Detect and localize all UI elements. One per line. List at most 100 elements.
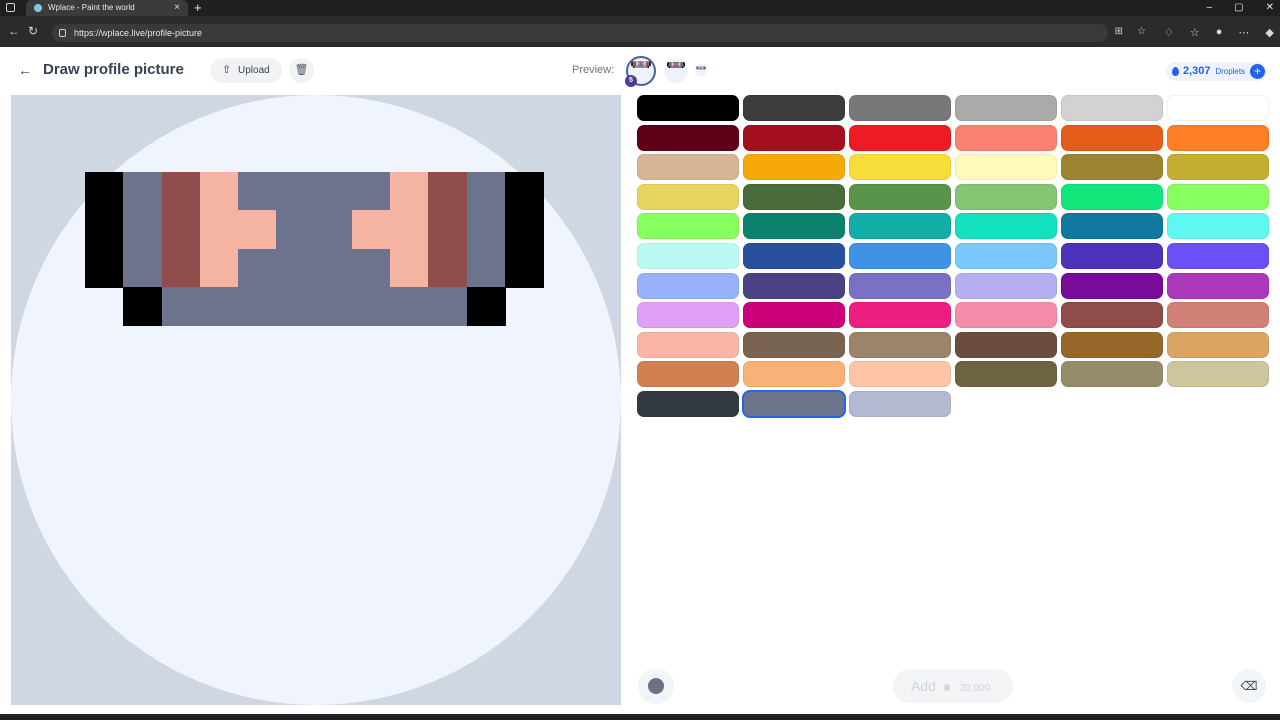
restore-button[interactable]: ▢ [1234,0,1243,16]
color-swatch[interactable] [849,95,951,121]
color-swatch[interactable] [849,154,951,181]
tab-actions-icon[interactable] [6,3,15,12]
canvas-pixel[interactable] [123,286,163,326]
canvas-pixel[interactable] [314,248,353,288]
color-swatch[interactable] [743,183,845,210]
current-color-indicator[interactable] [638,668,674,704]
canvas-pixel[interactable] [390,286,430,326]
canvas-pixel[interactable] [275,210,315,250]
favorite-star-icon[interactable]: ☆ [1137,26,1146,37]
add-button[interactable]: Add 20,000 [893,669,1013,703]
color-swatch[interactable] [1167,361,1269,388]
color-swatch[interactable] [849,302,951,329]
canvas-pixel[interactable] [428,286,468,326]
tab-close-icon[interactable]: × [174,0,180,16]
app-install-icon[interactable]: ⊞ [1115,26,1123,37]
back-arrow-icon[interactable]: ← [16,61,34,79]
color-swatch[interactable] [637,390,739,417]
canvas-pixel[interactable] [390,210,430,250]
color-swatch[interactable] [743,154,845,181]
color-swatch[interactable] [1061,331,1163,358]
canvas-pixel[interactable] [314,172,353,212]
color-swatch[interactable] [955,213,1057,240]
color-swatch[interactable] [955,95,1057,121]
canvas-pixel[interactable] [85,172,125,212]
color-swatch[interactable] [743,242,845,269]
copilot-icon[interactable]: ◆ [1265,26,1273,39]
address-bar[interactable]: https://wplace.live/profile-picture [52,24,1108,42]
color-swatch[interactable] [1061,302,1163,329]
canvas-pixel[interactable] [199,172,239,212]
color-swatch[interactable] [1167,124,1269,151]
color-swatch[interactable] [849,331,951,358]
color-swatch[interactable] [1061,272,1163,299]
color-swatch[interactable] [1167,272,1269,299]
canvas-pixel[interactable] [123,248,163,288]
canvas-pixel[interactable] [352,210,392,250]
canvas-pixel[interactable] [466,286,506,326]
canvas-pixel[interactable] [161,172,201,212]
canvas-pixel[interactable] [199,286,239,326]
color-swatch[interactable] [955,272,1057,299]
color-swatch[interactable] [1167,242,1269,269]
browser-back-icon[interactable]: ← [8,24,20,38]
color-swatch[interactable] [637,242,739,269]
canvas-pixel[interactable] [390,172,430,212]
color-swatch[interactable] [742,389,846,418]
upload-button[interactable]: ⇧ Upload [210,58,282,83]
canvas-pixel[interactable] [161,248,201,288]
color-swatch[interactable] [637,124,739,151]
color-swatch[interactable] [637,302,739,329]
color-swatch[interactable] [637,213,739,240]
color-swatch[interactable] [1061,361,1163,388]
color-swatch[interactable] [743,124,845,151]
browser-tab[interactable]: Wplace - Paint the world × [26,0,188,16]
color-swatch[interactable] [1167,95,1269,121]
color-swatch[interactable] [637,183,739,210]
color-swatch[interactable] [955,361,1057,388]
canvas-pixel[interactable] [237,172,277,212]
droplets-balance[interactable]: 2,307 Droplets + [1166,62,1267,81]
color-swatch[interactable] [743,272,845,299]
color-swatch[interactable] [955,154,1057,181]
canvas-pixel[interactable] [237,248,277,288]
trash-icon[interactable]: 🗑 [289,58,314,83]
canvas-pixel[interactable] [199,210,239,250]
color-swatch[interactable] [743,361,845,388]
color-swatch[interactable] [1061,124,1163,151]
color-swatch[interactable] [637,154,739,181]
favorites-icon[interactable]: ☆ [1190,26,1200,39]
color-swatch[interactable] [955,331,1057,358]
color-swatch[interactable] [743,95,845,121]
canvas-pixel[interactable] [466,210,506,250]
color-swatch[interactable] [1167,302,1269,329]
canvas-pixel[interactable] [352,248,392,288]
color-swatch[interactable] [743,302,845,329]
canvas-pixel[interactable] [428,248,468,288]
canvas-pixel[interactable] [504,210,544,250]
color-swatch[interactable] [1061,95,1163,121]
canvas-pixel[interactable] [275,286,315,326]
color-swatch[interactable] [1167,213,1269,240]
extension-icon[interactable]: ♢ [1164,26,1174,39]
canvas-pixel[interactable] [161,286,201,326]
color-swatch[interactable] [743,213,845,240]
color-swatch[interactable] [849,183,951,210]
profile-avatar-icon[interactable]: ● [1216,26,1223,39]
color-swatch[interactable] [1061,213,1163,240]
canvas-pixel[interactable] [199,248,239,288]
color-swatch[interactable] [849,361,951,388]
color-swatch[interactable] [955,124,1057,151]
canvas-pixel[interactable] [504,248,544,288]
color-swatch[interactable] [1061,242,1163,269]
canvas-pixel[interactable] [275,172,315,212]
new-tab-button[interactable]: + [194,0,202,16]
canvas-pixel[interactable] [161,210,201,250]
color-swatch[interactable] [849,390,951,417]
site-info-icon[interactable] [59,29,66,37]
color-swatch[interactable] [955,242,1057,269]
canvas-pixel[interactable] [314,210,353,250]
color-swatch[interactable] [637,95,739,121]
canvas-pixel[interactable] [237,210,277,250]
color-swatch[interactable] [637,331,739,358]
